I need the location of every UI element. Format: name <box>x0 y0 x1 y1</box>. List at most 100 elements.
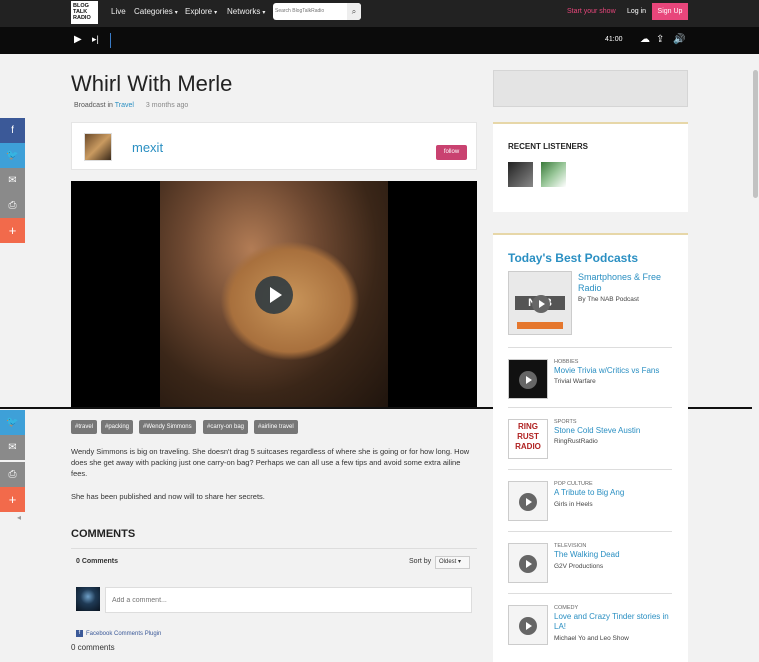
tag[interactable]: #packing <box>101 420 134 434</box>
chevron-down-icon: ▾ <box>458 559 462 565</box>
podcast-category: COMEDY <box>554 605 579 611</box>
nav-live[interactable]: Live <box>111 7 126 16</box>
divider <box>508 347 672 348</box>
play-icon[interactable] <box>519 371 537 389</box>
category-link[interactable]: Travel <box>115 102 134 109</box>
divider <box>508 469 672 470</box>
host-name-link[interactable]: mexit <box>132 140 163 155</box>
start-show-link[interactable]: Start your show <box>567 8 616 15</box>
tag[interactable]: #carry-on bag <box>203 420 249 434</box>
comment-input[interactable] <box>105 587 472 613</box>
more-share-icon-2[interactable]: + <box>0 487 25 512</box>
ring-rust-logo: RING RUST RADIO <box>515 422 541 451</box>
podcast-thumb[interactable] <box>508 481 548 521</box>
comment-count: 0 Comments <box>76 558 119 565</box>
podcast-thumb[interactable] <box>508 359 548 399</box>
search-input[interactable] <box>275 4 345 18</box>
nav-explore-label: Explore <box>185 7 213 16</box>
site-logo[interactable]: BLOG TALK RADIO <box>71 1 98 24</box>
skip-next-icon[interactable]: ▸| <box>92 34 99 45</box>
podcast-title[interactable]: Movie Trivia w/Critics vs Fans <box>554 366 674 376</box>
broadcast-prefix: Broadcast in <box>74 102 113 109</box>
email-share-icon[interactable]: ✉ <box>0 168 25 193</box>
twitter-share-icon[interactable]: 🐦 <box>0 143 25 168</box>
listener-avatar[interactable] <box>541 162 566 187</box>
episode-video[interactable] <box>71 181 477 408</box>
sort-label: Sort by <box>409 558 432 565</box>
share-icon[interactable]: ⇪ <box>656 34 664 45</box>
podcast-host[interactable]: G2V Productions <box>554 563 603 570</box>
commenter-avatar <box>76 587 100 611</box>
play-icon[interactable] <box>519 555 537 573</box>
podcast-category: TELEVISION <box>554 543 587 549</box>
email-share-icon-2[interactable]: ✉ <box>0 435 25 460</box>
podcast-category: HOBBIES <box>554 359 579 365</box>
print-icon[interactable]: ⎙ <box>0 193 25 218</box>
host-avatar[interactable] <box>84 133 112 161</box>
sort-dropdown[interactable]: Oldest ▾ <box>435 556 470 569</box>
play-icon[interactable] <box>519 617 537 635</box>
tag[interactable]: #airline travel <box>254 420 298 434</box>
facebook-icon: f <box>76 630 83 637</box>
search-icon[interactable]: ⌕ <box>347 3 361 20</box>
nav-networks-label: Networks <box>227 7 261 16</box>
facebook-plugin-link[interactable]: f Facebook Comments Plugin <box>76 630 161 637</box>
podcast-thumb[interactable] <box>508 605 548 645</box>
play-icon[interactable]: ▶ <box>74 34 82 45</box>
listener-avatar[interactable] <box>508 162 533 187</box>
twitter-share-icon-2[interactable]: 🐦 <box>0 410 25 435</box>
podcast-title[interactable]: Love and Crazy Tinder stories in LA! <box>554 612 674 632</box>
search-box: ⌕ <box>273 3 361 20</box>
facebook-share-icon[interactable]: f <box>0 118 25 143</box>
login-link[interactable]: Log in <box>627 8 646 15</box>
play-icon[interactable] <box>519 493 537 511</box>
podcast-title[interactable]: Stone Cold Steve Austin <box>554 426 674 436</box>
tag[interactable]: #Wendy Simmons <box>139 420 196 434</box>
page-scrollbar[interactable] <box>752 54 759 662</box>
chevron-down-icon: ▾ <box>174 10 178 16</box>
comments-footer-count: 0 comments <box>71 643 115 652</box>
top-navbar: BLOG TALK RADIO Live Categories ▾ Explore… <box>0 0 759 27</box>
tag[interactable]: #travel <box>71 420 98 434</box>
episode-description: Wendy Simmons is big on traveling. She d… <box>71 447 470 478</box>
nav-networks[interactable]: Networks ▾ <box>227 7 265 16</box>
todays-best-heading: Today's Best Podcasts <box>508 251 639 265</box>
nav-explore[interactable]: Explore ▾ <box>185 7 217 16</box>
featured-podcast-thumb[interactable]: NAB <box>508 271 572 335</box>
scrollbar-thumb[interactable] <box>753 70 758 198</box>
cloud-download-icon[interactable]: ☁ <box>640 34 650 45</box>
podcast-thumb[interactable]: RING RUST RADIO <box>508 419 548 459</box>
collapse-arrow-icon[interactable]: ◂ <box>17 513 21 522</box>
featured-host[interactable]: By The NAB Podcast <box>578 296 639 303</box>
comments-heading: COMMENTS <box>71 528 136 540</box>
featured-logo-band <box>517 322 563 329</box>
podcast-host[interactable]: Michael Yo and Leo Show <box>554 635 629 642</box>
facebook-plugin-label: Facebook Comments Plugin <box>86 631 162 638</box>
podcast-host[interactable]: RingRustRadio <box>554 438 598 445</box>
play-button[interactable] <box>255 276 293 314</box>
featured-title[interactable]: Smartphones & Free Radio <box>578 272 673 294</box>
podcast-title[interactable]: A Tribute to Big Ang <box>554 488 674 498</box>
more-share-icon[interactable]: + <box>0 218 25 243</box>
divider <box>508 531 672 532</box>
follow-button[interactable]: follow <box>436 145 467 160</box>
sort-value: Oldest <box>439 559 457 565</box>
volume-icon[interactable]: 🔊 <box>673 34 685 45</box>
print-icon-2[interactable]: ⎙ <box>0 462 25 487</box>
progress-cursor[interactable] <box>110 33 111 48</box>
todays-best-podcasts-panel: Today's Best Podcasts NAB Smartphones & … <box>493 233 688 662</box>
signup-button[interactable]: Sign Up <box>652 3 688 20</box>
podcast-category: SPORTS <box>554 419 577 425</box>
audio-player-bar: ▶ ▸| 41:00 ☁ ⇪ 🔊 <box>0 27 759 54</box>
podcast-host[interactable]: Trivial Warfare <box>554 378 596 385</box>
divider <box>508 407 672 408</box>
podcast-thumb[interactable] <box>508 543 548 583</box>
nav-categories[interactable]: Categories ▾ <box>134 7 178 16</box>
host-card: mexit follow <box>71 122 477 170</box>
recent-listeners-panel: RECENT LISTENERS <box>493 122 688 212</box>
chevron-down-icon: ▾ <box>262 10 266 16</box>
divider <box>71 548 477 549</box>
play-icon[interactable] <box>532 295 550 313</box>
podcast-title[interactable]: The Walking Dead <box>554 550 674 560</box>
podcast-host[interactable]: Girls in Heels <box>554 501 593 508</box>
